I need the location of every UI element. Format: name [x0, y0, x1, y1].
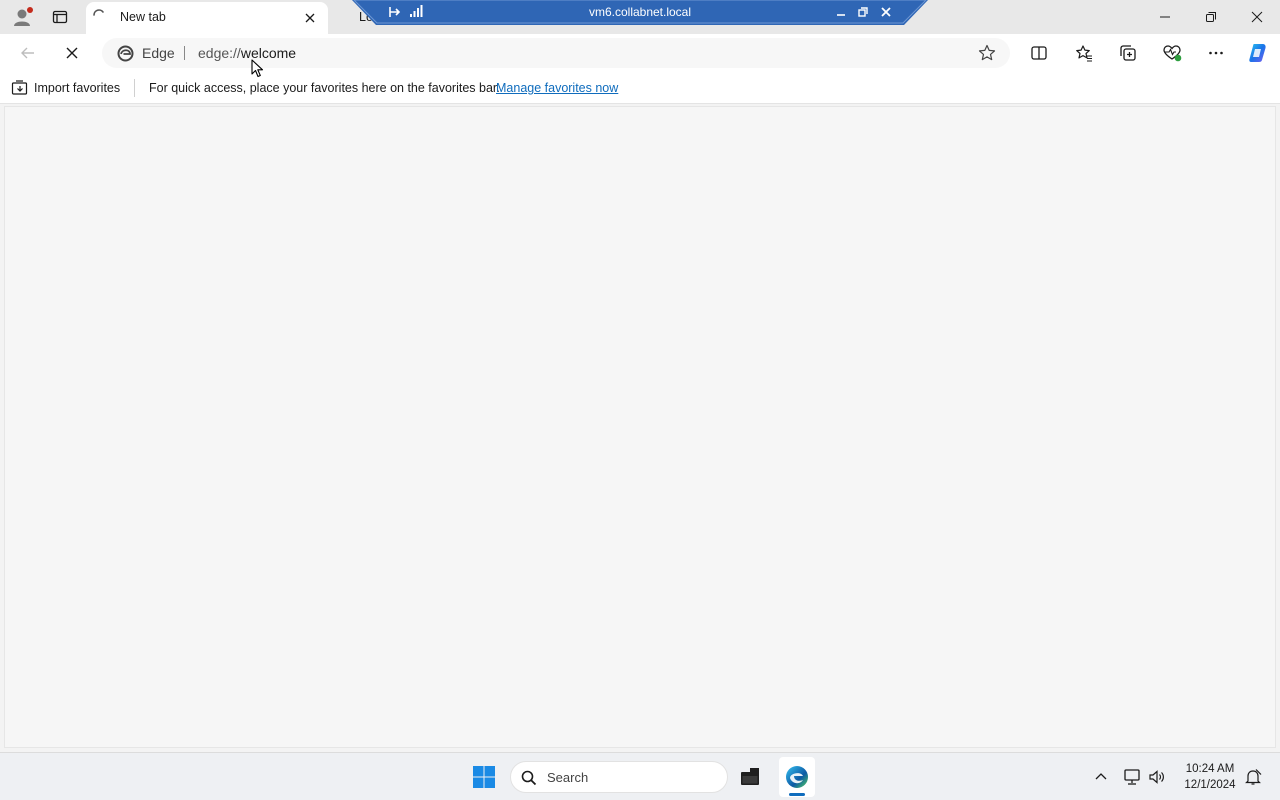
import-favorites-button[interactable]: Import favorites — [34, 81, 120, 95]
edge-logo-icon — [117, 45, 134, 62]
clock-date: 12/1/2024 — [1184, 779, 1236, 791]
tab-close-button[interactable] — [300, 8, 320, 28]
network-button[interactable] — [1122, 767, 1142, 787]
add-favorite-button[interactable] — [973, 39, 1001, 67]
profile-button[interactable] — [8, 3, 36, 31]
notification-center-button[interactable] — [1243, 767, 1263, 787]
close-icon — [305, 13, 315, 23]
url-text[interactable]: edge://welcome — [198, 45, 296, 61]
import-favorites-icon — [11, 80, 28, 95]
rdp-close-icon[interactable] — [879, 5, 893, 19]
back-icon — [21, 47, 34, 59]
back-button[interactable] — [14, 39, 42, 67]
favorites-button[interactable] — [1070, 39, 1098, 67]
rdp-connection-bar: vm6.collabnet.local — [352, 0, 928, 25]
taskbar-clock[interactable]: 10:24 AM 12/1/2024 — [1176, 761, 1244, 793]
edge-taskbar-icon — [786, 766, 808, 788]
split-screen-icon — [1031, 46, 1047, 60]
rdp-minimize-icon[interactable] — [834, 5, 848, 19]
chevron-up-icon — [1095, 773, 1107, 780]
file-explorer-icon — [741, 768, 759, 785]
window-close-button[interactable] — [1234, 2, 1280, 32]
settings-and-more-button[interactable] — [1202, 39, 1230, 67]
edge-taskbar-button[interactable] — [779, 757, 815, 797]
stop-icon — [66, 47, 78, 59]
file-explorer-button[interactable] — [739, 765, 763, 789]
address-bar[interactable]: Edge edge://welcome — [102, 38, 1010, 68]
mouse-cursor-icon — [251, 59, 264, 78]
browser-essentials-button[interactable] — [1158, 39, 1186, 67]
clock-time: 10:24 AM — [1185, 763, 1235, 775]
tab-actions-icon — [52, 10, 68, 24]
site-identity-label[interactable]: Edge — [142, 45, 175, 61]
split-screen-button[interactable] — [1025, 39, 1053, 67]
window-restore-button[interactable] — [1188, 2, 1234, 32]
network-icon — [1124, 769, 1140, 785]
favorite-star-icon — [978, 44, 996, 61]
manage-favorites-link[interactable]: Manage favorites now — [496, 81, 618, 95]
address-divider — [184, 46, 185, 60]
show-hidden-icons-button[interactable] — [1091, 767, 1111, 787]
favorites-bar: Import favorites For quick access, place… — [0, 72, 1280, 104]
notification-icon — [1245, 769, 1262, 785]
tab-title: New tab — [120, 10, 166, 24]
search-label: Search — [547, 770, 589, 785]
tab-actions-button[interactable] — [46, 3, 74, 31]
volume-button[interactable] — [1147, 767, 1167, 787]
windows-start-icon — [473, 766, 495, 788]
minimize-icon — [1160, 16, 1170, 18]
copilot-icon — [1249, 44, 1266, 62]
taskbar-search-box[interactable]: Search — [510, 761, 728, 793]
restore-icon — [1206, 12, 1216, 22]
window-minimize-button[interactable] — [1142, 2, 1188, 32]
copilot-button[interactable] — [1244, 39, 1272, 67]
edge-active-indicator — [789, 793, 805, 796]
profile-icon — [14, 7, 33, 26]
page-content-area — [4, 106, 1276, 748]
volume-icon — [1149, 770, 1164, 784]
collections-icon — [1120, 45, 1136, 61]
search-icon — [521, 770, 537, 786]
collections-button[interactable] — [1114, 39, 1142, 67]
favorites-icon — [1076, 45, 1092, 62]
windows-taskbar: Search 10:24 AM 12/1/2024 — [0, 752, 1280, 800]
stop-loading-button[interactable] — [58, 39, 86, 67]
tab-strip: New tab Loa vm6.collabnet.local — [0, 0, 1280, 34]
loading-spinner-icon — [93, 9, 104, 16]
tab-new-tab[interactable]: New tab — [86, 2, 328, 34]
url-scheme: edge:// — [198, 45, 241, 61]
favorites-bar-hint: For quick access, place your favorites h… — [149, 81, 500, 95]
navigation-toolbar: Edge edge://welcome — [0, 34, 1280, 72]
url-path: welcome — [240, 45, 297, 61]
browser-essentials-icon — [1163, 45, 1182, 62]
more-icon — [1209, 51, 1223, 55]
favorites-bar-divider — [134, 79, 135, 97]
start-button[interactable] — [472, 765, 496, 789]
rdp-restore-icon[interactable] — [856, 5, 870, 19]
close-icon — [1251, 11, 1263, 23]
